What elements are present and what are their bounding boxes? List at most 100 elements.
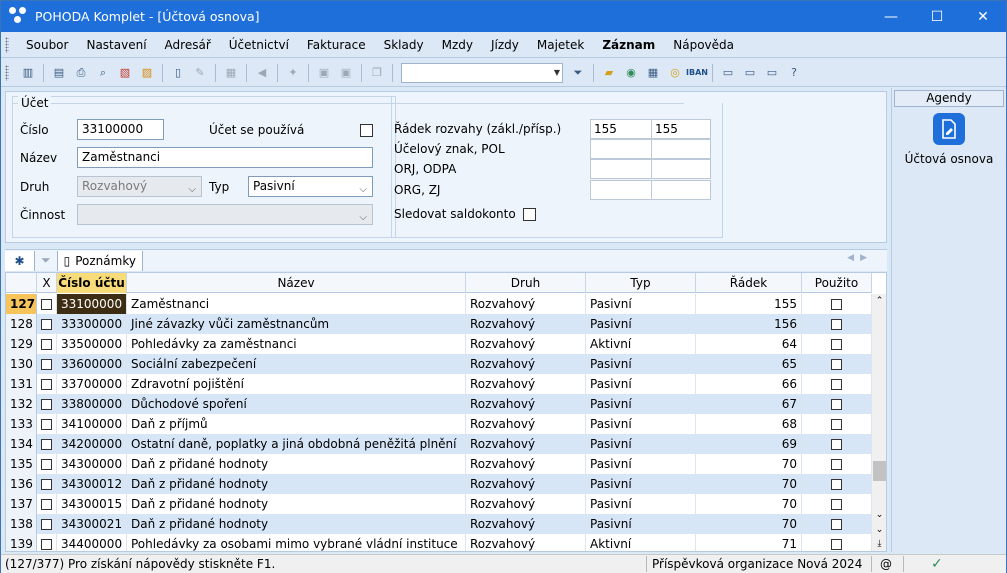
menu-majetek[interactable]: Majetek [528, 38, 593, 52]
cell-pouzito-checkbox[interactable] [802, 514, 872, 534]
checkbox[interactable] [831, 338, 842, 350]
pdf-icon[interactable]: ▧ [116, 64, 134, 82]
menu-grip-icon[interactable] [5, 36, 9, 53]
tab-all[interactable]: ✱ [5, 250, 35, 271]
cell-pouzito-checkbox[interactable] [802, 454, 872, 474]
checkbox[interactable] [831, 398, 842, 410]
checkbox[interactable] [831, 438, 842, 450]
checkbox[interactable] [41, 518, 52, 530]
chevron-up-icon[interactable]: ⌃ [872, 294, 886, 309]
menu-adresar[interactable]: Adresář [156, 38, 220, 52]
maximize-button[interactable]: ☐ [914, 1, 960, 32]
orj-input[interactable] [590, 159, 652, 179]
database-icon[interactable]: ◉ [622, 64, 640, 82]
cell-pouzito-checkbox[interactable] [802, 494, 872, 514]
row-select-checkbox[interactable] [37, 534, 57, 551]
saldo-checkbox[interactable] [523, 208, 536, 221]
header-radek[interactable]: Řádek [696, 273, 802, 293]
cell-pouzito-checkbox[interactable] [802, 534, 872, 551]
table-row[interactable]: 136 34300012 Daň z přidané hodnoty Rozvahov… [6, 474, 872, 494]
pol-input[interactable] [651, 139, 711, 159]
cinnost-select[interactable]: ⌵ [77, 204, 373, 225]
new-record-icon[interactable]: ▯ [169, 64, 187, 82]
org-input[interactable] [590, 180, 652, 200]
checkbox[interactable] [41, 298, 52, 310]
cell-pouzito-checkbox[interactable] [802, 294, 872, 314]
print-icon[interactable]: ⎙ [72, 64, 90, 82]
double-chevron-down-icon[interactable]: ⌄ [872, 523, 886, 537]
close-button[interactable]: ✕ [960, 1, 1006, 32]
scroll-thumb[interactable] [873, 461, 886, 481]
back-icon[interactable]: ◀ [253, 64, 271, 82]
table-row[interactable]: 129 33500000 Pohledávky za zaměstnanci Rozv… [6, 334, 872, 354]
table-row[interactable]: 128 33300000 Jiné závazky vůči zaměstnanců… [6, 314, 872, 334]
checkbox[interactable] [831, 498, 842, 510]
save-icon[interactable]: ▣ [315, 64, 333, 82]
table-row[interactable]: 131 33700000 Zdravotní pojištění Rozvahový P… [6, 374, 872, 394]
checkbox[interactable] [41, 358, 52, 370]
document-edit-icon[interactable] [933, 113, 965, 145]
table-row[interactable]: 133 34100000 Daň z příjmů Rozvahový Pasivní 6… [6, 414, 872, 434]
checkbox[interactable] [41, 498, 52, 510]
menu-mzdy[interactable]: Mzdy [433, 38, 482, 52]
header-x[interactable]: X [37, 273, 57, 293]
minimize-button[interactable]: — [868, 1, 914, 32]
calculator-icon[interactable]: ▦ [644, 64, 662, 82]
header-pouzito[interactable]: Použito [802, 273, 872, 293]
menu-nastaveni[interactable]: Nastavení [77, 38, 155, 52]
checkbox[interactable] [41, 538, 52, 550]
tools-icon[interactable]: ✦ [284, 64, 302, 82]
table-scrollbar[interactable]: ⌃ ⌄ ⌄ ⤓ [872, 294, 886, 551]
monitor-icon[interactable]: ▭ [719, 64, 737, 82]
table-row[interactable]: 127 33100000 Zaměstnanci Rozvahový Pasivní 15… [6, 294, 872, 314]
menu-jizdy[interactable]: Jízdy [482, 38, 528, 52]
row-select-checkbox[interactable] [37, 374, 57, 394]
tab-filter[interactable]: ⏷ [35, 250, 58, 271]
row-select-checkbox[interactable] [37, 454, 57, 474]
cell-pouzito-checkbox[interactable] [802, 314, 872, 334]
checkbox[interactable] [831, 518, 842, 530]
folder-icon[interactable]: ▰ [600, 64, 618, 82]
druh-select[interactable]: Rozvahový ⌵ [77, 176, 202, 197]
table-row[interactable]: 138 34300021 Daň z přidané hodnoty Rozvahov… [6, 514, 872, 534]
header-cislo[interactable]: Číslo účtu [57, 273, 127, 293]
check-icon[interactable]: ✓ [931, 556, 943, 572]
header-druh[interactable]: Druh [466, 273, 586, 293]
status-at-icon[interactable]: @ [880, 557, 892, 571]
checkbox[interactable] [41, 478, 52, 490]
checkbox[interactable] [831, 378, 842, 390]
checkbox[interactable] [41, 438, 52, 450]
radek-zakl-input[interactable]: 155 [590, 119, 652, 139]
ucelovy-input[interactable] [590, 139, 652, 159]
row-select-checkbox[interactable] [37, 494, 57, 514]
zj-input[interactable] [651, 180, 711, 200]
menu-ucetnictvi[interactable]: Účetnictví [220, 38, 298, 52]
table-row[interactable]: 134 34200000 Ostatní daně, poplatky a jiná… [6, 434, 872, 454]
coins-icon[interactable]: ◎ [666, 64, 684, 82]
menu-soubor[interactable]: Soubor [17, 38, 77, 52]
cell-pouzito-checkbox[interactable] [802, 374, 872, 394]
checkbox[interactable] [41, 378, 52, 390]
checkbox[interactable] [41, 418, 52, 430]
cell-pouzito-checkbox[interactable] [802, 474, 872, 494]
menu-sklady[interactable]: Sklady [375, 38, 433, 52]
checkbox[interactable] [41, 458, 52, 470]
menu-napoveda[interactable]: Nápověda [664, 38, 743, 52]
grid-icon[interactable]: ▦ [222, 64, 240, 82]
cislo-input[interactable]: 33100000 [77, 119, 164, 140]
cell-pouzito-checkbox[interactable] [802, 394, 872, 414]
row-select-checkbox[interactable] [37, 434, 57, 454]
cell-pouzito-checkbox[interactable] [802, 414, 872, 434]
row-select-checkbox[interactable] [37, 474, 57, 494]
checkbox[interactable] [41, 318, 52, 330]
help-icon[interactable]: ? [785, 64, 803, 82]
agenda-item-label[interactable]: Účtová osnova [892, 152, 1006, 166]
row-select-checkbox[interactable] [37, 414, 57, 434]
checkbox[interactable] [831, 458, 842, 470]
chevron-down-icon[interactable]: ⌄ [872, 508, 886, 522]
checkbox[interactable] [831, 478, 842, 490]
table-row[interactable]: 137 34300015 Daň z přidané hodnoty Rozvahov… [6, 494, 872, 514]
checkbox[interactable] [831, 538, 842, 550]
tab-nav-arrows[interactable]: ◀▶ [847, 253, 873, 263]
row-select-checkbox[interactable] [37, 314, 57, 334]
